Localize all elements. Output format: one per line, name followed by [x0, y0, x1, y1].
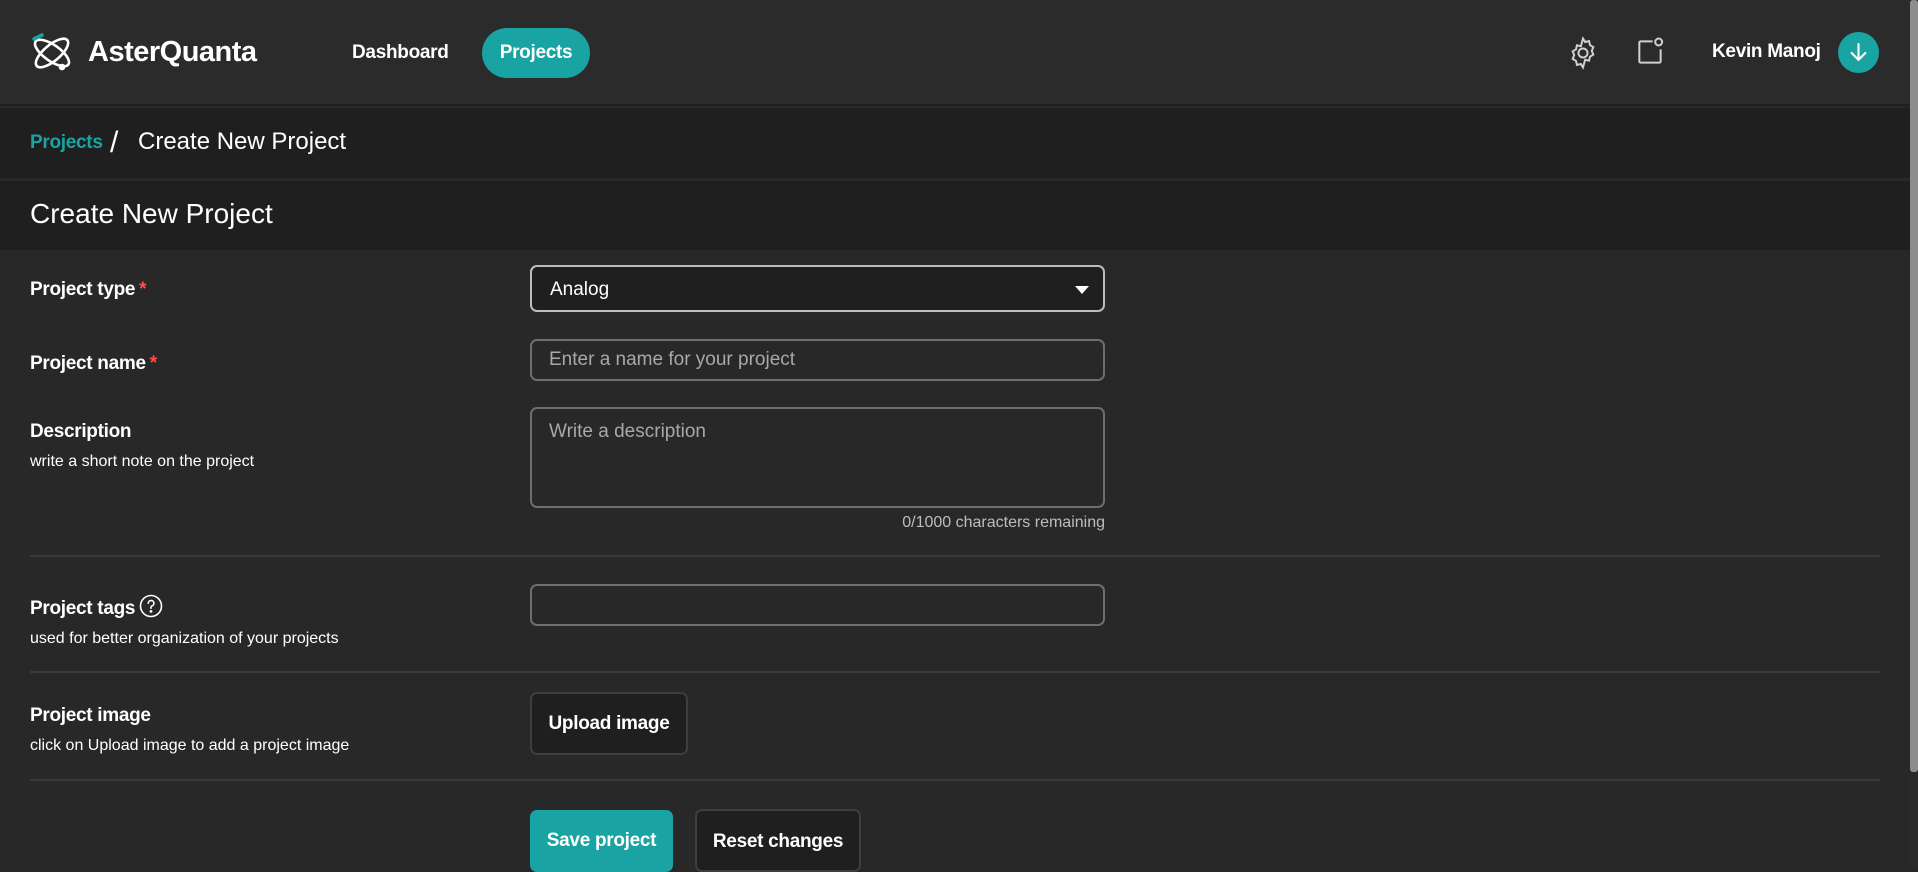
- nav-dashboard[interactable]: Dashboard: [332, 28, 469, 78]
- required-marker: *: [139, 279, 147, 300]
- project-type-value: Analog: [550, 279, 610, 300]
- breadcrumb-projects-link[interactable]: Projects: [30, 132, 103, 154]
- scrollbar-thumb[interactable]: [1910, 0, 1918, 772]
- divider: [30, 671, 1880, 673]
- required-marker: *: [149, 353, 157, 374]
- description-label: Description: [30, 421, 132, 442]
- divider: [30, 555, 1880, 557]
- breadcrumb-current: Create New Project: [138, 128, 347, 155]
- project-name-input[interactable]: [530, 339, 1105, 381]
- project-type-select[interactable]: Analog: [530, 265, 1105, 312]
- project-tags-input[interactable]: [530, 584, 1105, 626]
- top-navigation-bar: AsterQuanta Dashboard Projects Kevin Man…: [0, 0, 1910, 106]
- gear-icon[interactable]: [1566, 36, 1600, 70]
- project-image-label: Project image: [30, 705, 151, 726]
- project-tags-label: Project tags: [30, 598, 136, 619]
- page-title: Create New Project: [30, 198, 273, 229]
- project-name-label: Project name *: [30, 353, 157, 374]
- description-textarea[interactable]: [530, 407, 1105, 508]
- upload-image-button[interactable]: Upload image: [530, 692, 688, 755]
- dropdown-caret-icon: [1075, 286, 1089, 294]
- reset-changes-button[interactable]: Reset changes: [695, 809, 861, 872]
- description-character-counter: 0/1000 characters remaining: [902, 514, 1105, 531]
- help-question-icon[interactable]: [139, 594, 163, 618]
- project-type-label: Project type *: [30, 279, 147, 300]
- save-project-button[interactable]: Save project: [530, 810, 673, 872]
- download-arrow-icon: [1850, 43, 1867, 61]
- page-title-bar: Create New Project: [0, 181, 1910, 250]
- asterquanta-logo-icon: [32, 33, 71, 71]
- notification-icon[interactable]: [1634, 36, 1666, 68]
- project-image-hint: click on Upload image to add a project i…: [30, 737, 350, 754]
- divider: [30, 779, 1880, 781]
- breadcrumb-separator: /: [110, 126, 119, 159]
- avatar[interactable]: [1838, 32, 1879, 73]
- user-name[interactable]: Kevin Manoj: [1712, 41, 1821, 63]
- description-hint: write a short note on the project: [30, 453, 255, 470]
- nav-projects[interactable]: Projects: [482, 28, 590, 78]
- breadcrumb: Projects / Create New Project: [0, 108, 1910, 178]
- brand-name: AsterQuanta: [88, 36, 257, 68]
- project-tags-hint: used for better organization of your pro…: [30, 630, 339, 647]
